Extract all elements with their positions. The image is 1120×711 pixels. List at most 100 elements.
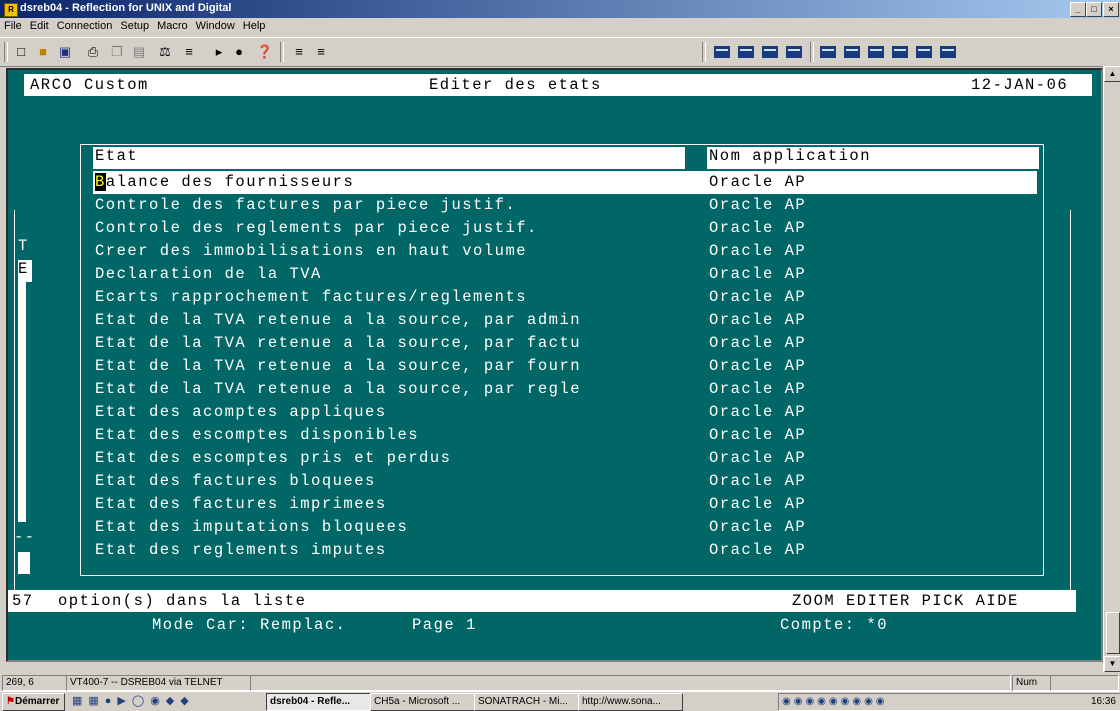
minimize-button[interactable]: _ — [1070, 2, 1086, 17]
report-row[interactable]: Etat des factures imprimees Oracle AP — [93, 493, 1037, 516]
windows-taskbar: ⚑Démarrer ▦▦●▶◯◉◆◆ dsreb04 - Refle... CH… — [0, 691, 1120, 711]
keypad-icon[interactable] — [890, 44, 910, 60]
application-name: Oracle AP — [709, 334, 807, 352]
application-name: Oracle AP — [709, 426, 807, 444]
save-icon[interactable]: ▣ — [56, 43, 74, 61]
report-row[interactable]: Etat de la TVA retenue a la source, par … — [93, 355, 1037, 378]
task-reflection[interactable]: dsreb04 - Refle... — [266, 693, 371, 711]
start-button[interactable]: ⚑Démarrer — [2, 693, 65, 711]
close-button[interactable]: × — [1103, 2, 1119, 17]
quick-launch-icons[interactable]: ▦▦●▶◯◉◆◆ — [72, 694, 262, 708]
windows-logo-icon: ⚑ — [6, 696, 15, 707]
report-name: Etat de la TVA retenue a la source, par … — [95, 380, 582, 398]
keypad-icon[interactable] — [712, 44, 732, 60]
report-row[interactable]: Etat des factures bloquees Oracle AP — [93, 470, 1037, 493]
report-row[interactable]: Etat de la TVA retenue a la source, par … — [93, 309, 1037, 332]
record-icon[interactable]: ● — [230, 43, 248, 61]
keypad-icon[interactable] — [736, 44, 756, 60]
menu-window[interactable]: Window — [192, 18, 239, 34]
report-name: Controle des factures par piece justif. — [95, 196, 517, 214]
menu-edit[interactable]: Edit — [26, 18, 53, 34]
option-count: 57 — [12, 592, 34, 610]
background-field-bar — [18, 282, 26, 522]
paste-icon[interactable]: ▤ — [130, 43, 148, 61]
keypad-icon[interactable] — [784, 44, 804, 60]
column-header-state: Etat — [93, 147, 685, 169]
report-row[interactable]: Etat de la TVA retenue a la source, par … — [93, 332, 1037, 355]
report-row[interactable]: Etat de la TVA retenue a la source, par … — [93, 378, 1037, 401]
report-row[interactable]: Ecarts rapprochement factures/reglements… — [93, 286, 1037, 309]
task-sonatrach[interactable]: SONATRACH - Mi... — [474, 693, 579, 711]
session-info: VT400-7 -- DSREB04 via TELNET — [66, 675, 251, 691]
keypad-icon[interactable] — [914, 44, 934, 60]
application-name: Oracle AP — [709, 357, 807, 375]
play-icon[interactable]: ▸ — [210, 43, 228, 61]
application-name: Oracle AP — [709, 242, 807, 260]
application-name: Oracle AP — [709, 196, 807, 214]
report-row[interactable]: Controle des reglements par piece justif… — [93, 217, 1037, 240]
header-date: 12-JAN-06 — [971, 76, 1069, 94]
report-name: Declaration de la TVA — [95, 265, 322, 283]
scroll-thumb[interactable] — [1106, 612, 1120, 654]
restore-button[interactable]: □ — [1086, 2, 1102, 17]
copy-icon[interactable]: ❐ — [108, 43, 126, 61]
task-word-doc[interactable]: CH5a - Microsoft ... — [370, 693, 475, 711]
terminal-screen[interactable]: ARCO Custom Editer des etats 12-JAN-06 T… — [6, 68, 1103, 662]
toolbar-separator — [4, 42, 8, 62]
macro-icon[interactable]: ≡ — [290, 43, 308, 61]
toolbar: □ ■ ▣ ⎙ ❐ ▤ ⚖ ≡ ▸ ● ❓ ≡ ≡ — [0, 37, 1120, 67]
application-name: Oracle AP — [709, 173, 807, 191]
scroll-up-button[interactable]: ▲ — [1104, 66, 1120, 82]
report-name: Etat des reglements imputes — [95, 541, 387, 559]
scroll-down-button[interactable]: ▼ — [1104, 656, 1120, 672]
report-row[interactable]: Etat des escomptes disponibles Oracle AP — [93, 424, 1037, 447]
menu-help[interactable]: Help — [239, 18, 270, 34]
num-lock-indicator: Num — [1012, 675, 1051, 691]
task-browser[interactable]: http://www.sona... — [578, 693, 683, 711]
keypad-icon[interactable] — [938, 44, 958, 60]
report-row[interactable]: Etat des imputations bloquees Oracle AP — [93, 516, 1037, 539]
help-pointer-icon[interactable]: ❓ — [256, 43, 274, 61]
report-name: Controle des reglements par piece justif… — [95, 219, 538, 237]
keypad-icon[interactable] — [866, 44, 886, 60]
keypad-icon[interactable] — [842, 44, 862, 60]
report-name: Etat des factures imprimees — [95, 495, 387, 513]
menu-connection[interactable]: Connection — [53, 18, 117, 34]
function-key-actions[interactable]: ZOOM EDITER PICK AIDE — [792, 592, 1019, 610]
report-row[interactable]: Etat des reglements imputes Oracle AP — [93, 539, 1037, 562]
report-row[interactable]: Balance des fournisseurs Oracle AP — [93, 171, 1037, 194]
keypad-icon[interactable] — [818, 44, 838, 60]
application-name: Oracle AP — [709, 265, 807, 283]
header-app-name: ARCO Custom — [30, 76, 149, 94]
status-line: 57 option(s) dans la liste ZOOM EDITER P… — [8, 590, 1076, 612]
report-list-popup: Etat Nom application Balance des fournis… — [80, 144, 1044, 576]
report-row[interactable]: Declaration de la TVA Oracle AP — [93, 263, 1037, 286]
settings-icon[interactable]: ≡ — [180, 43, 198, 61]
clock: 16:36 — [1090, 696, 1116, 707]
background-label-letter: T — [18, 237, 29, 255]
new-icon[interactable]: □ — [12, 43, 30, 61]
report-name: Etat des acomptes appliques — [95, 403, 387, 421]
open-folder-icon[interactable]: ■ — [34, 43, 52, 61]
report-name: Etat de la TVA retenue a la source, par … — [95, 334, 582, 352]
status-empty-panel — [250, 675, 1011, 691]
report-row[interactable]: Controle des factures par piece justif. O… — [93, 194, 1037, 217]
connect-icon[interactable]: ⚖ — [156, 43, 174, 61]
vertical-scrollbar[interactable]: ▲ ▼ — [1103, 66, 1120, 672]
macro-alt-icon[interactable]: ≡ — [312, 43, 330, 61]
menu-setup[interactable]: Setup — [116, 18, 153, 34]
window-title-bar[interactable]: R dsreb04 - Reflection for UNIX and Digi… — [0, 0, 1120, 18]
option-count-text: option(s) dans la liste — [58, 592, 307, 610]
menu-file[interactable]: File — [0, 18, 26, 34]
report-row[interactable]: Creer des immobilisations en haut volume… — [93, 240, 1037, 263]
tray-icons[interactable]: ◉◉◉◉◉◉◉◉◉ — [782, 696, 888, 707]
report-row[interactable]: Etat des acomptes appliques Oracle AP — [93, 401, 1037, 424]
print-icon[interactable]: ⎙ — [84, 43, 102, 61]
application-name: Oracle AP — [709, 311, 807, 329]
menu-macro[interactable]: Macro — [153, 18, 192, 34]
report-name: Creer des immobilisations en haut volume — [95, 242, 528, 260]
start-label: Démarrer — [14, 696, 60, 707]
keypad-icon[interactable] — [760, 44, 780, 60]
app-icon: R — [4, 3, 18, 17]
report-row[interactable]: Etat des escomptes pris et perdus Oracle … — [93, 447, 1037, 470]
